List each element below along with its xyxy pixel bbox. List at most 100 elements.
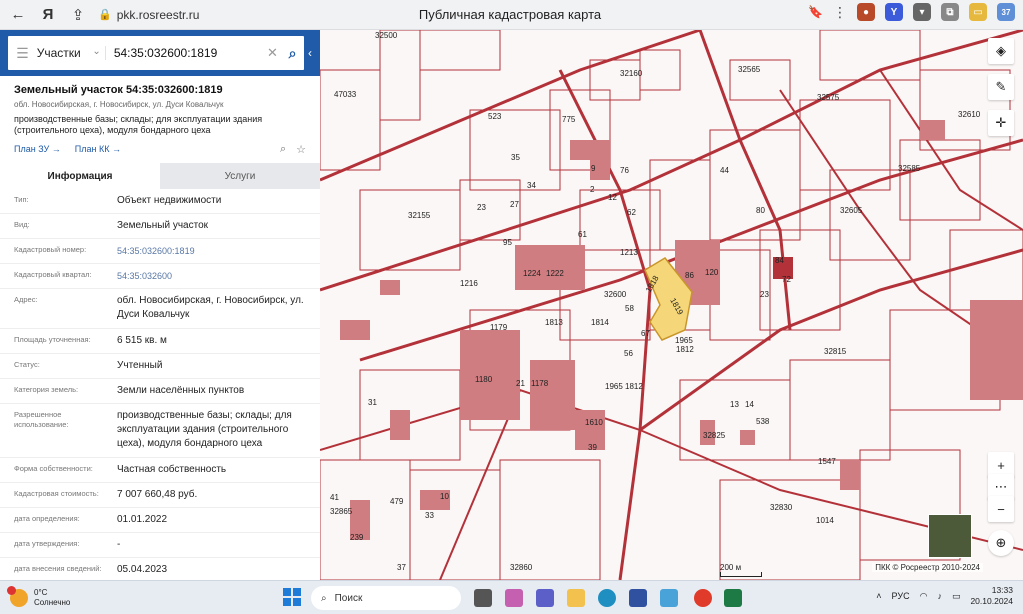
svg-text:32155: 32155: [408, 211, 431, 220]
basemap-switcher[interactable]: [928, 514, 972, 558]
svg-text:1812: 1812: [676, 345, 694, 354]
svg-text:61: 61: [578, 230, 587, 239]
svg-text:32500: 32500: [375, 31, 398, 40]
svg-text:479: 479: [390, 497, 404, 506]
svg-text:1610: 1610: [585, 418, 603, 427]
clear-icon[interactable]: ✕: [264, 45, 281, 61]
battery-icon[interactable]: ▭: [952, 591, 961, 602]
properties-list: Тип: Объект недвижимости Вид: Земельный уч…: [0, 189, 320, 580]
svg-text:14: 14: [745, 400, 754, 409]
compass-icon[interactable]: ⊕: [988, 530, 1014, 556]
collapse-panel-icon[interactable]: ‹: [308, 36, 312, 70]
notifications-icon[interactable]: 37: [997, 3, 1015, 21]
ruler-icon[interactable]: ✎: [988, 74, 1014, 100]
teams-icon[interactable]: [536, 589, 554, 607]
clock[interactable]: 13:33 20.10.2024: [970, 585, 1013, 607]
plan-zu-link[interactable]: План ЗУ →: [14, 144, 61, 154]
lock-icon: 🔒: [98, 9, 112, 21]
svg-text:44: 44: [720, 166, 729, 175]
excel-icon[interactable]: [724, 589, 742, 607]
tab-services[interactable]: Услуги: [160, 163, 320, 189]
plan-kk-link[interactable]: План КК →: [75, 144, 121, 154]
property-row: Категория земель: Земли населённых пункто…: [0, 379, 320, 404]
svg-text:56: 56: [624, 349, 633, 358]
property-row: Тип: Объект недвижимости: [0, 189, 320, 214]
folder-icon[interactable]: ▭: [969, 3, 987, 21]
volume-icon[interactable]: ♪: [937, 591, 942, 601]
svg-text:84: 84: [775, 256, 784, 265]
scale-label: 200 м: [720, 563, 742, 572]
object-purpose: производственные базы; склады; для экспл…: [14, 114, 263, 135]
info-panel: ☰ Участки ⌄ ✕ ⌕ ‹ Земельный участок 54:3…: [0, 30, 320, 580]
property-row: дата утверждения: -: [0, 533, 320, 558]
menu-icon[interactable]: ☰: [8, 45, 37, 62]
svg-text:1224: 1224: [523, 269, 541, 278]
svg-text:23: 23: [477, 203, 486, 212]
svg-text:32585: 32585: [898, 164, 921, 173]
yandex-browser-icon[interactable]: [694, 589, 712, 607]
svg-text:1547: 1547: [818, 457, 836, 466]
map-attribution: ПКК © Росреестр 2010-2024: [872, 563, 983, 572]
windows-start-icon[interactable]: [283, 588, 301, 606]
temperature: 0°C: [34, 587, 48, 597]
svg-text:21: 21: [516, 379, 525, 388]
yandex-icon[interactable]: Я: [36, 3, 60, 27]
puzzle-icon[interactable]: ⧉: [941, 3, 959, 21]
property-row: Площадь уточненная: 6 515 кв. м: [0, 329, 320, 354]
weather-widget[interactable]: 0°C Солнечно: [7, 585, 71, 608]
zoom-out-icon[interactable]: −: [988, 496, 1014, 522]
menu-icon[interactable]: ⋮: [833, 4, 847, 21]
star-icon[interactable]: ☆: [296, 143, 306, 156]
property-row: Разрешенное использование: производственн…: [0, 404, 320, 458]
store-icon[interactable]: [660, 589, 678, 607]
svg-text:32575: 32575: [817, 93, 840, 102]
search-icon[interactable]: ⌕: [281, 45, 304, 62]
property-row: Статус: Учтенный: [0, 354, 320, 379]
wifi-icon[interactable]: ◠: [920, 591, 928, 602]
layers-icon[interactable]: ◈: [988, 38, 1014, 64]
svg-text:32600: 32600: [604, 290, 627, 299]
address-bar[interactable]: 🔒 pkk.rosreestr.ru: [98, 8, 199, 22]
app-icon[interactable]: [629, 589, 647, 607]
locate-icon[interactable]: ✛: [988, 110, 1014, 136]
extension-icon[interactable]: ●: [857, 3, 875, 21]
svg-text:13: 13: [730, 400, 739, 409]
property-row: Вид: Земельный участок: [0, 214, 320, 239]
weather-condition: Солнечно: [34, 597, 71, 607]
object-type-select[interactable]: Участки ⌄: [37, 46, 106, 60]
bookmark-icon[interactable]: 🔖: [808, 5, 823, 19]
property-row: Кадастровый квартал: 54:35:032600: [0, 264, 320, 289]
tab-title: Публичная кадастровая карта: [418, 7, 602, 22]
svg-text:775: 775: [562, 115, 576, 124]
object-type-value: Участки: [36, 46, 81, 60]
svg-text:86: 86: [685, 271, 694, 280]
svg-text:23: 23: [760, 290, 769, 299]
taskbar-search[interactable]: ⌕ Поиск: [311, 586, 461, 610]
search-input[interactable]: [113, 46, 264, 60]
taskbar: 0°C Солнечно ⌕ Поиск ˄ РУС ◠ ♪ ▭ 13:33 2…: [0, 580, 1023, 614]
back-icon[interactable]: ←: [6, 3, 30, 27]
browser-extensions: 🔖 ⋮ ● Y ▾ ⧉ ▭ 37: [808, 3, 1015, 21]
yandex-ext-icon[interactable]: Y: [885, 3, 903, 21]
svg-text:62: 62: [627, 208, 636, 217]
edge-icon[interactable]: [598, 589, 616, 607]
svg-text:1213: 1213: [620, 248, 638, 257]
svg-text:33: 33: [425, 511, 434, 520]
language-indicator[interactable]: РУС: [892, 591, 910, 601]
svg-text:47033: 47033: [334, 90, 357, 99]
map-canvas[interactable]: 32500 47033 32160 32565 32575 32610 523 …: [320, 30, 1023, 580]
download-icon[interactable]: ▾: [913, 3, 931, 21]
cadastral-map[interactable]: 32500 47033 32160 32565 32575 32610 523 …: [320, 30, 1023, 580]
tray-arrow-icon[interactable]: ˄: [876, 591, 881, 601]
share-icon[interactable]: ⇪: [66, 3, 90, 27]
tab-information[interactable]: Информация: [0, 163, 160, 189]
search-icon: ⌕: [321, 592, 327, 604]
explorer-icon[interactable]: [567, 589, 585, 607]
task-view-icon[interactable]: [474, 589, 492, 607]
svg-text:10: 10: [440, 492, 449, 501]
svg-text:1814: 1814: [591, 318, 609, 327]
zoom-to-icon[interactable]: ⌕: [280, 143, 286, 156]
copilot-icon[interactable]: [505, 589, 523, 607]
cadastral-quarter-link[interactable]: 54:35:032600: [117, 264, 320, 288]
cadastral-number-link[interactable]: 54:35:032600:1819: [117, 239, 320, 263]
